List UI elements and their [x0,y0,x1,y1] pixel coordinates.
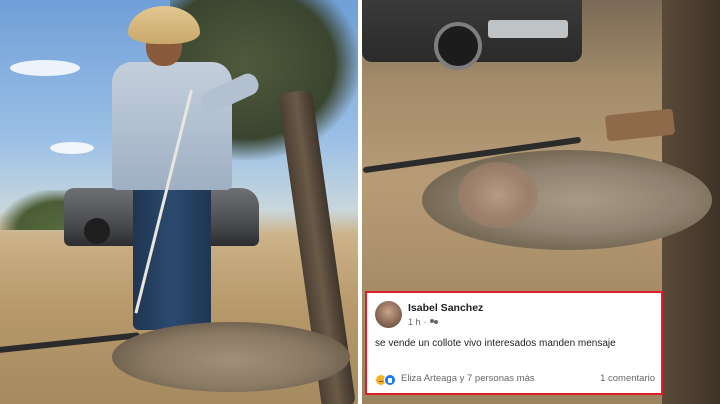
reactions[interactable] [375,374,396,386]
meta-separator: · [423,317,427,327]
post-text: se vende un collote vivo interesados man… [375,338,616,349]
coyote-left [112,322,350,392]
comments-count[interactable]: 1 comentario [600,373,655,384]
friends-icon [429,318,439,326]
photo-man-with-coyote [0,0,358,404]
post-time[interactable]: 1 h [408,317,421,327]
car-front [362,0,582,70]
coyote-head [458,162,538,228]
car-wheel [434,22,482,70]
post-meta: 1 h · [408,317,439,327]
post-author[interactable]: Isabel Sanchez [408,302,483,314]
like-reaction-icon [384,374,396,386]
avatar[interactable] [375,301,402,328]
facebook-post-card: Isabel Sanchez 1 h · se vende un collote… [365,291,663,395]
reactors-text[interactable]: Eliza Arteaga y 7 personas más [401,373,535,384]
man-jeans [133,178,211,330]
post-footer: Eliza Arteaga y 7 personas más 1 comenta… [375,373,657,387]
car-grill [488,20,568,38]
